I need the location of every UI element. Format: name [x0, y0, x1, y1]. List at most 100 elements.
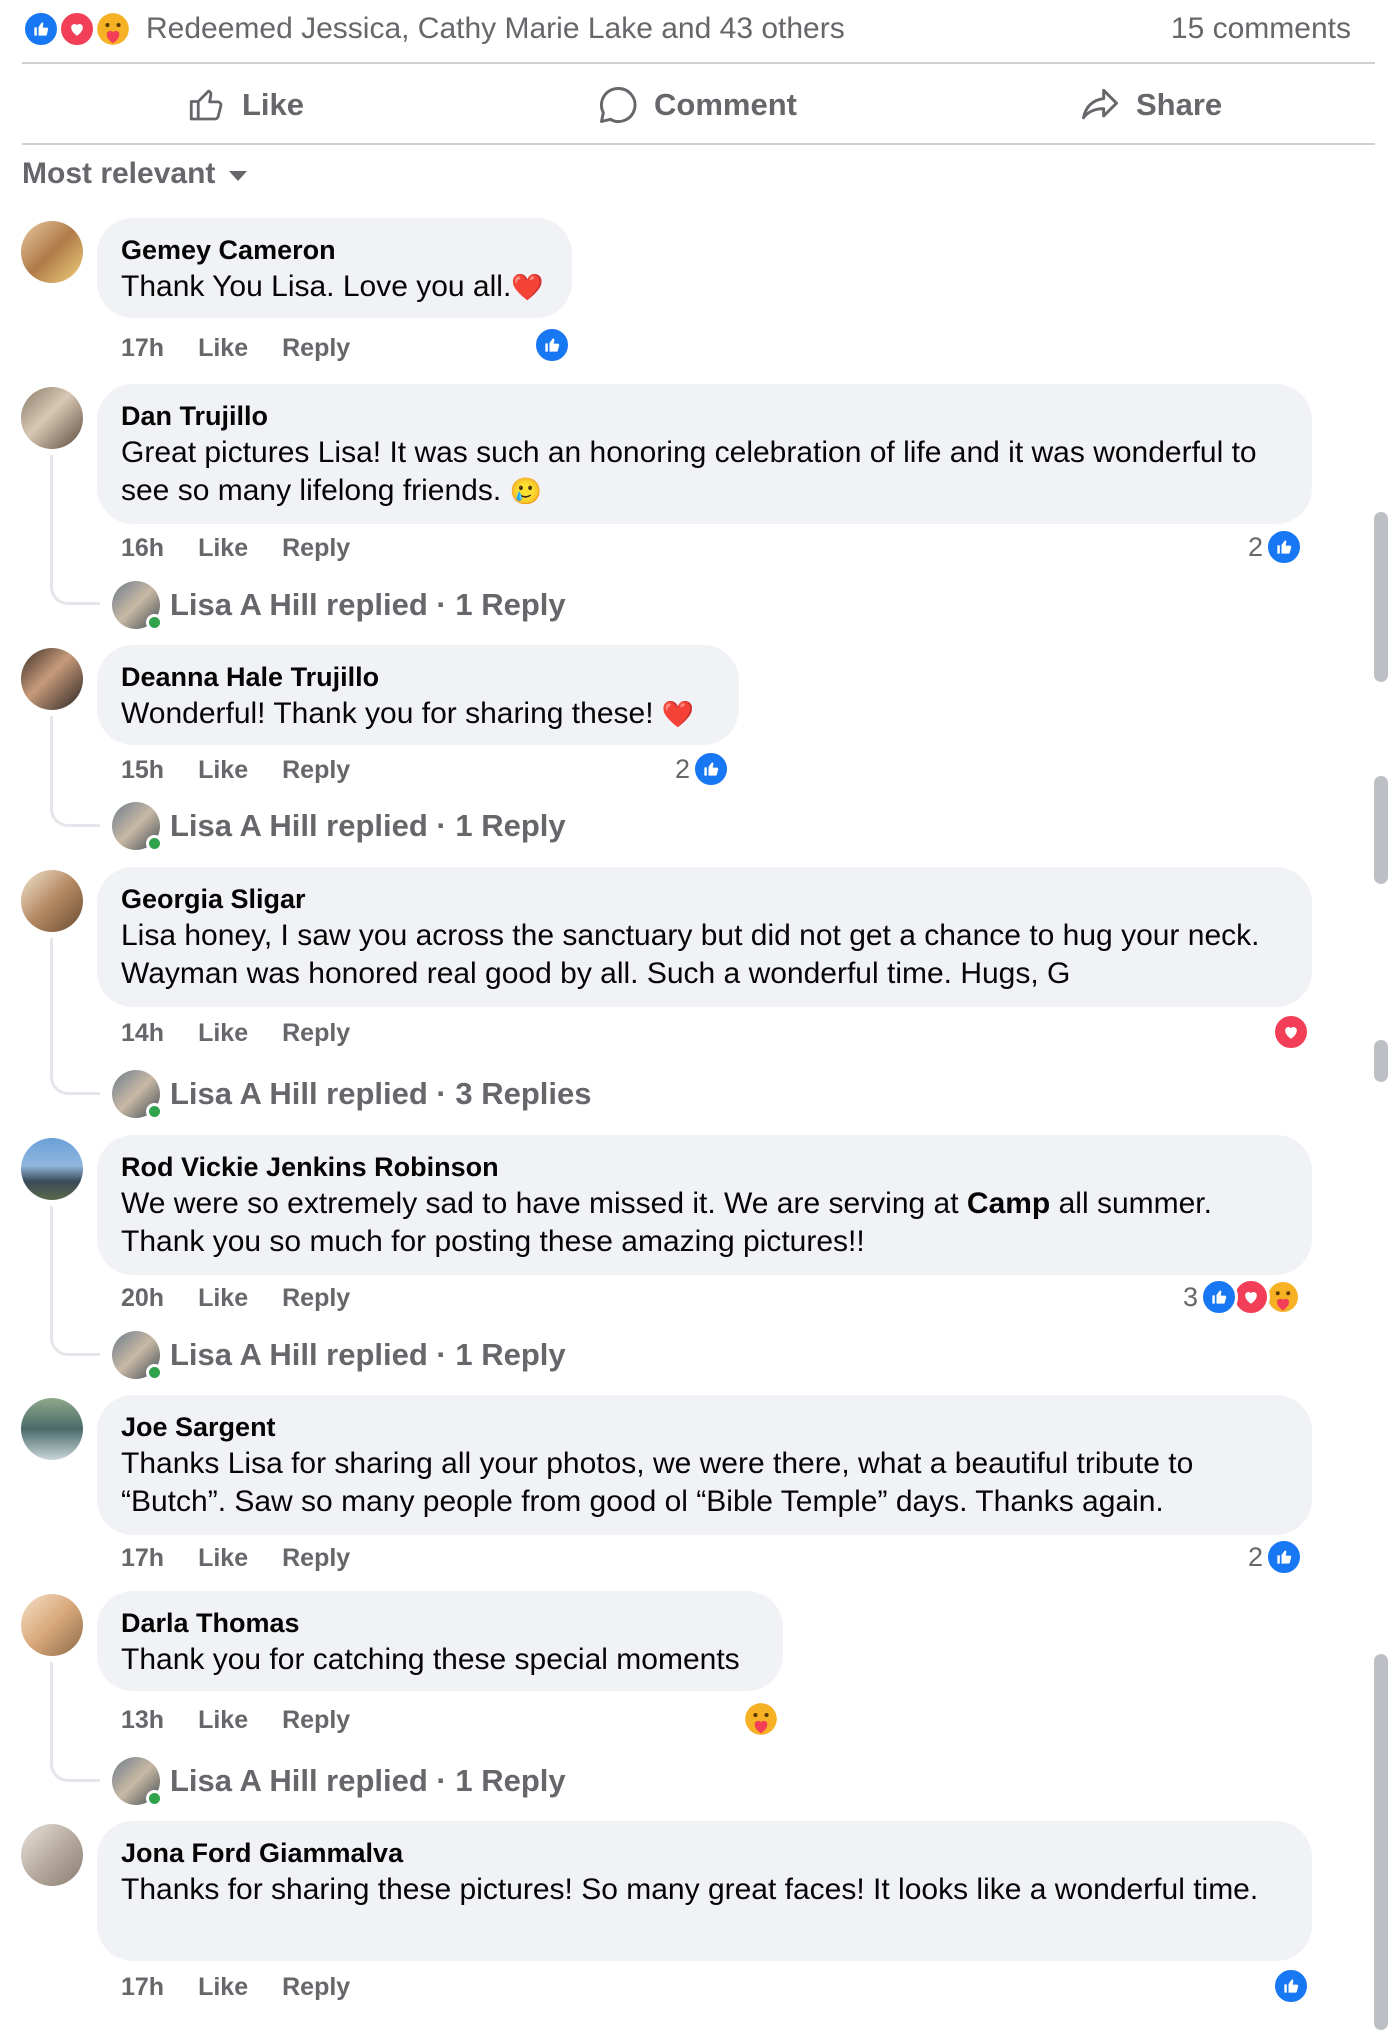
like-outline-icon: [189, 89, 223, 121]
scrollbar-thumb[interactable]: [1374, 1040, 1388, 1082]
comment-reactions[interactable]: 2: [675, 750, 731, 788]
comment-time[interactable]: 17h: [121, 1972, 164, 2002]
scrollbar-thumb[interactable]: [1374, 776, 1388, 884]
avatar[interactable]: [21, 221, 83, 283]
replies-label: Lisa A Hill replied · 1 Reply: [170, 587, 566, 622]
comment-icon: [600, 87, 637, 123]
comment-text: Wonderful! Thank you for sharing these! …: [121, 697, 695, 730]
comment-meta: 14h Like Reply: [121, 1018, 350, 1048]
thread-line: [50, 1206, 100, 1356]
comment-author[interactable]: Joe Sargent: [121, 1409, 1288, 1445]
online-status-dot: [146, 614, 163, 631]
online-status-dot: [146, 1103, 163, 1120]
comment-author[interactable]: Gemey Cameron: [121, 232, 548, 268]
thread-line: [50, 938, 100, 1095]
comment-author[interactable]: Darla Thomas: [121, 1605, 759, 1641]
comment-like-link[interactable]: Like: [198, 755, 248, 785]
care-icon: [94, 10, 132, 48]
avatar[interactable]: [21, 1824, 83, 1886]
comment-reactions[interactable]: [1270, 1967, 1310, 2005]
comment-text: Lisa honey, I saw you across the sanctua…: [121, 919, 1260, 990]
reaction-summary[interactable]: Redeemed Jessica, Cathy Marie Lake and 4…: [146, 10, 845, 48]
heart-emoji-icon: ❤️: [661, 699, 695, 729]
comment-reply-link[interactable]: Reply: [282, 333, 350, 363]
comment-bubble: Gemey Cameron Thank You Lisa. Love you a…: [97, 218, 572, 318]
comment-author[interactable]: Rod Vickie Jenkins Robinson: [121, 1149, 1288, 1185]
comment-reply-link[interactable]: Reply: [282, 1705, 350, 1735]
like-icon: [692, 750, 731, 788]
avatar[interactable]: [21, 1138, 83, 1200]
replies-link[interactable]: Lisa A Hill replied · 1 Reply: [112, 581, 566, 631]
comment-reply-link[interactable]: Reply: [282, 1543, 350, 1573]
comment-reactions[interactable]: 2: [1248, 1538, 1304, 1576]
smiling-tear-emoji-icon: 🥲: [509, 476, 542, 506]
replies-link[interactable]: Lisa A Hill replied · 1 Reply: [112, 802, 566, 852]
comment-author[interactable]: Jona Ford Giammalva: [121, 1835, 1288, 1871]
divider: [22, 143, 1375, 145]
comment-reply-link[interactable]: Reply: [282, 755, 350, 785]
comment-text: We were so extremely sad to have missed …: [121, 1187, 1212, 1258]
share-button-label: Share: [1136, 87, 1223, 122]
comment-reply-link[interactable]: Reply: [282, 1018, 350, 1048]
comment-author[interactable]: Georgia Sligar: [121, 881, 1288, 917]
replies-link[interactable]: Lisa A Hill replied · 3 Replies: [112, 1070, 592, 1120]
comment-like-link[interactable]: Like: [198, 333, 248, 363]
comment-like-link[interactable]: Like: [198, 1972, 248, 2002]
comment-time[interactable]: 13h: [121, 1705, 164, 1735]
comment-text: Thank you for catching these special mom…: [121, 1643, 740, 1676]
comment-author[interactable]: Dan Trujillo: [121, 398, 1288, 434]
avatar: [112, 1331, 163, 1381]
like-button[interactable]: Like: [186, 80, 304, 130]
online-status-dot: [146, 1790, 163, 1807]
like-icon: [1265, 1538, 1304, 1576]
scrollbar-thumb[interactable]: [1374, 512, 1388, 682]
comment-like-link[interactable]: Like: [198, 533, 248, 563]
comment-reactions[interactable]: [1270, 1013, 1310, 1051]
like-icon: [22, 10, 60, 48]
like-icon: [1265, 528, 1304, 566]
comment-time[interactable]: 17h: [121, 333, 164, 363]
comment-bubble: Deanna Hale Trujillo Wonderful! Thank yo…: [97, 645, 739, 745]
avatar[interactable]: [21, 1398, 83, 1460]
sort-dropdown[interactable]: Most relevant: [22, 157, 248, 191]
comment-bubble: Dan Trujillo Great pictures Lisa! It was…: [97, 384, 1312, 524]
comment-time[interactable]: 17h: [121, 1543, 164, 1573]
comment-time[interactable]: 14h: [121, 1018, 164, 1048]
avatar[interactable]: [21, 1594, 83, 1656]
comment-like-link[interactable]: Like: [198, 1018, 248, 1048]
love-icon: [58, 10, 96, 48]
comment-reactions[interactable]: 3: [1183, 1278, 1302, 1316]
replies-link[interactable]: Lisa A Hill replied · 1 Reply: [112, 1757, 566, 1807]
comment-like-link[interactable]: Like: [198, 1283, 248, 1313]
avatar[interactable]: [21, 387, 83, 449]
avatar[interactable]: [21, 648, 83, 710]
comment-author[interactable]: Deanna Hale Trujillo: [121, 659, 715, 695]
comment-time[interactable]: 16h: [121, 533, 164, 563]
thread-line: [50, 716, 100, 827]
comment-reactions[interactable]: [740, 1700, 780, 1738]
comment-reply-link[interactable]: Reply: [282, 533, 350, 563]
comment-like-link[interactable]: Like: [198, 1705, 248, 1735]
replies-link[interactable]: Lisa A Hill replied · 1 Reply: [112, 1331, 566, 1381]
comment-time[interactable]: 15h: [121, 755, 164, 785]
comment-button-label: Comment: [654, 87, 797, 122]
avatar[interactable]: [21, 870, 83, 932]
comment-count[interactable]: 15 comments: [1171, 10, 1351, 48]
scrollbar-thumb[interactable]: [1374, 1654, 1388, 2030]
reaction-icons[interactable]: [22, 10, 134, 48]
mentioned-text[interactable]: Camp: [967, 1187, 1050, 1220]
like-button-label: Like: [242, 87, 305, 122]
comment-bubble: Darla Thomas Thank you for catching thes…: [97, 1591, 783, 1691]
comment-button[interactable]: Comment: [596, 80, 797, 130]
love-icon: [1272, 1013, 1310, 1051]
comment-reactions[interactable]: 2: [1248, 528, 1304, 566]
thread-line: [50, 455, 100, 605]
share-button[interactable]: Share: [1078, 80, 1222, 130]
thread-line: [50, 1662, 100, 1782]
comment-like-link[interactable]: Like: [198, 1543, 248, 1573]
like-icon: [1272, 1967, 1310, 2005]
comment-reply-link[interactable]: Reply: [282, 1283, 350, 1313]
comment-time[interactable]: 20h: [121, 1283, 164, 1313]
comment-reply-link[interactable]: Reply: [282, 1972, 350, 2002]
comment-reactions[interactable]: [531, 326, 571, 364]
